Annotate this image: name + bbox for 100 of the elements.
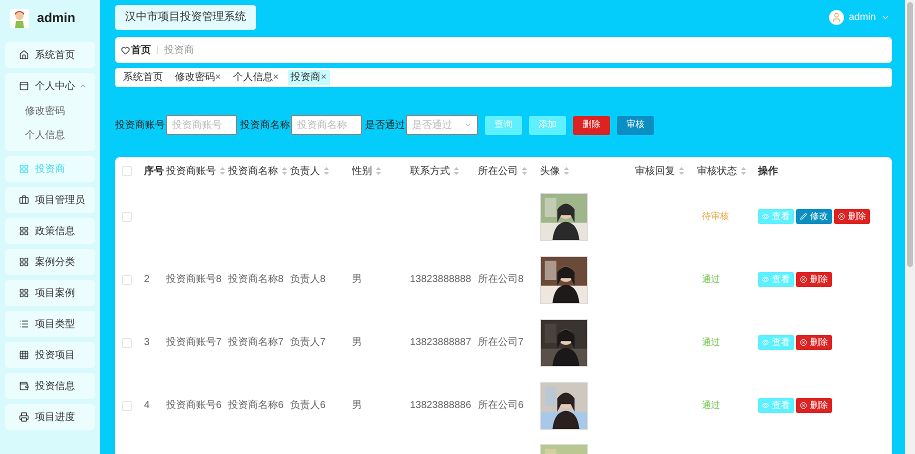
column-header[interactable]: 负责人 [290,164,329,178]
caret-icon[interactable] [881,13,890,22]
grid-icon [19,350,29,360]
table-cell: 投资商名称6 [228,400,284,411]
heart-icon [121,46,130,54]
table-cell: 所在公司6 [478,400,524,411]
briefcase-icon [19,195,29,205]
tab[interactable]: 投资商× [288,70,330,85]
column-header: 序号 [144,164,164,178]
row-action-button[interactable]: 修改 [796,209,832,224]
table-cell: 13823888886 [410,400,472,411]
checkbox[interactable] [122,400,132,410]
menu-item[interactable]: 投资项目 [5,342,95,368]
panel-icon [19,81,29,91]
status-text: 通过 [702,337,720,347]
grid-icon [19,288,29,298]
sort-icon[interactable] [454,167,459,175]
table-cell: 负责人7 [290,337,326,348]
circle-x-icon [800,402,807,409]
column-header: 操作 [758,164,778,178]
column-header[interactable]: 投资商名称 [228,164,287,178]
printer-icon [19,412,29,422]
table-cell: 男 [352,400,362,411]
table-cell: 男 [352,274,362,285]
sort-icon[interactable] [376,167,381,175]
column-header[interactable]: 审核回复 [635,164,684,178]
tab[interactable]: 修改密码× [172,70,224,85]
eye-icon [762,213,769,220]
checkbox[interactable] [122,212,132,222]
menu-item[interactable]: 个人中心 [5,73,95,99]
action-button[interactable]: 删除 [573,116,610,134]
checkbox[interactable] [122,166,132,176]
eye-icon [762,276,769,283]
column-header[interactable]: 联系方式 [410,164,459,178]
column-header[interactable]: 所在公司 [478,164,527,178]
status-text: 待审核 [702,211,729,221]
chevron-up-icon[interactable] [79,82,87,90]
table-cell: 4 [144,400,150,411]
submenu-item[interactable]: 修改密码 [5,99,95,123]
table-cell: 13823888888 [410,274,472,285]
tab[interactable]: 系统首页 [120,70,166,85]
sort-icon[interactable] [220,167,225,175]
column-header[interactable]: 投资商账号 [166,164,225,178]
input-field[interactable]: 投资商账号 [166,115,237,135]
avatar-icon [10,8,29,28]
sort-icon[interactable] [282,167,287,175]
eye-icon [762,402,769,409]
breadcrumb-current: 投资商 [164,44,194,58]
tab[interactable]: 个人信息× [230,70,282,85]
field-label: 投资商账号 [115,118,165,132]
table-cell: 投资商名称7 [228,337,284,348]
grid-icon [19,164,29,174]
row-action-button[interactable]: 删除 [834,209,870,224]
menu-item[interactable]: 项目管理员 [5,187,95,213]
pencil-icon [800,213,807,220]
list-icon [19,319,29,329]
submenu-item[interactable]: 个人信息 [5,123,95,147]
menu-item[interactable]: 政策信息 [5,218,95,244]
status-text: 通过 [702,274,720,284]
user-avatar-icon[interactable] [828,10,844,25]
column-header[interactable]: 性别 [352,164,381,178]
row-action-button[interactable]: 删除 [796,335,832,350]
field-label: 投资商名称 [240,118,290,132]
menu-item[interactable]: 项目进度 [5,404,95,430]
scrollbar[interactable] [905,0,915,454]
system-title: 汉中市项目投资管理系统 [115,5,256,30]
column-header[interactable]: 头像 [540,164,569,178]
breadcrumb-link[interactable]: 首页 [131,42,151,58]
input-field[interactable]: 投资商名称 [291,115,362,135]
column-header[interactable]: 审核状态 [697,164,746,178]
menu-item[interactable]: 项目案例 [5,280,95,306]
wallet-icon [19,381,29,391]
eye-icon [762,339,769,346]
table-cell: 所在公司7 [478,337,524,348]
menu-item[interactable]: 系统首页 [5,42,95,68]
table-cell: 男 [352,337,362,348]
menu-item[interactable]: 项目类型 [5,311,95,337]
row-action-button[interactable]: 删除 [796,398,832,413]
checkbox[interactable] [122,274,132,284]
table-cell: 2 [144,274,150,285]
sort-icon[interactable] [679,167,684,175]
table-cell: 投资商账号6 [166,400,222,411]
table-cell: 所在公司8 [478,274,524,285]
action-button[interactable]: 审核 [617,116,654,134]
menu-item[interactable]: 投资信息 [5,373,95,399]
home-icon [19,50,29,60]
sidebar-username: admin [37,9,76,28]
field-label: 是否通过 [365,118,405,132]
table-cell: 负责人6 [290,400,326,411]
table-cell: 3 [144,337,150,348]
chevron-down-icon[interactable] [464,121,472,129]
sort-icon[interactable] [564,167,569,175]
table-cell: 负责人8 [290,274,326,285]
sort-icon[interactable] [741,167,746,175]
row-action-button[interactable]: 删除 [796,272,832,287]
checkbox[interactable] [122,338,132,348]
grid-icon [19,226,29,236]
sort-icon[interactable] [324,167,329,175]
sort-icon[interactable] [522,167,527,175]
menu-item[interactable]: 案例分类 [5,249,95,275]
